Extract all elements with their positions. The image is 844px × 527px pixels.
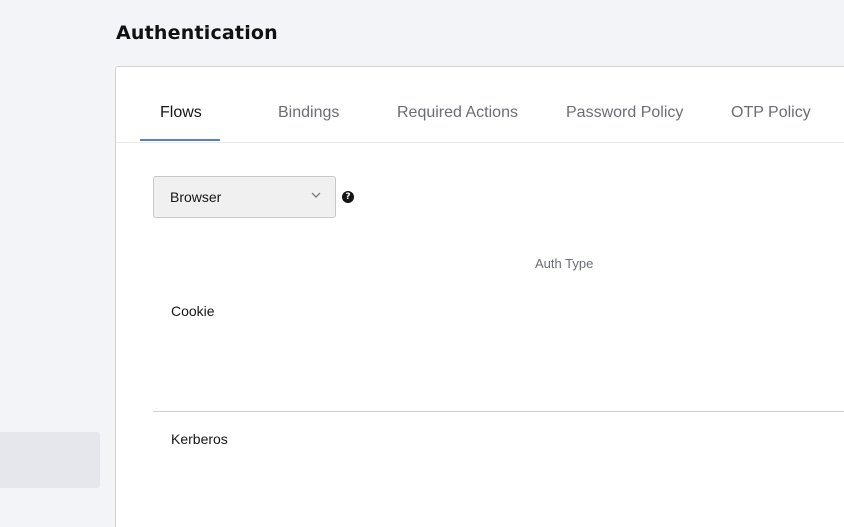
- tab-bindings[interactable]: Bindings: [278, 104, 339, 122]
- table-row-kerberos: Kerberos: [171, 431, 228, 447]
- row-divider: [153, 411, 844, 412]
- tab-required-actions[interactable]: Required Actions: [397, 104, 518, 122]
- table-row-cookie: Cookie: [171, 303, 215, 319]
- active-tab-indicator: [140, 139, 220, 141]
- authentication-panel: Flows Bindings Required Actions Password…: [115, 66, 844, 527]
- column-header-auth-type: Auth Type: [535, 256, 594, 271]
- flow-select-value: Browser: [170, 189, 222, 205]
- tab-bar: Flows Bindings Required Actions Password…: [116, 67, 844, 143]
- flow-select[interactable]: Browser: [153, 176, 336, 218]
- question-circle-icon[interactable]: ?: [342, 191, 354, 203]
- page-title: Authentication: [116, 22, 278, 44]
- tab-password-policy[interactable]: Password Policy: [566, 104, 683, 122]
- tab-otp-policy[interactable]: OTP Policy: [731, 104, 811, 122]
- tab-flows[interactable]: Flows: [160, 104, 202, 122]
- sidebar-item-selected[interactable]: [0, 432, 100, 488]
- chevron-down-icon: [311, 192, 321, 198]
